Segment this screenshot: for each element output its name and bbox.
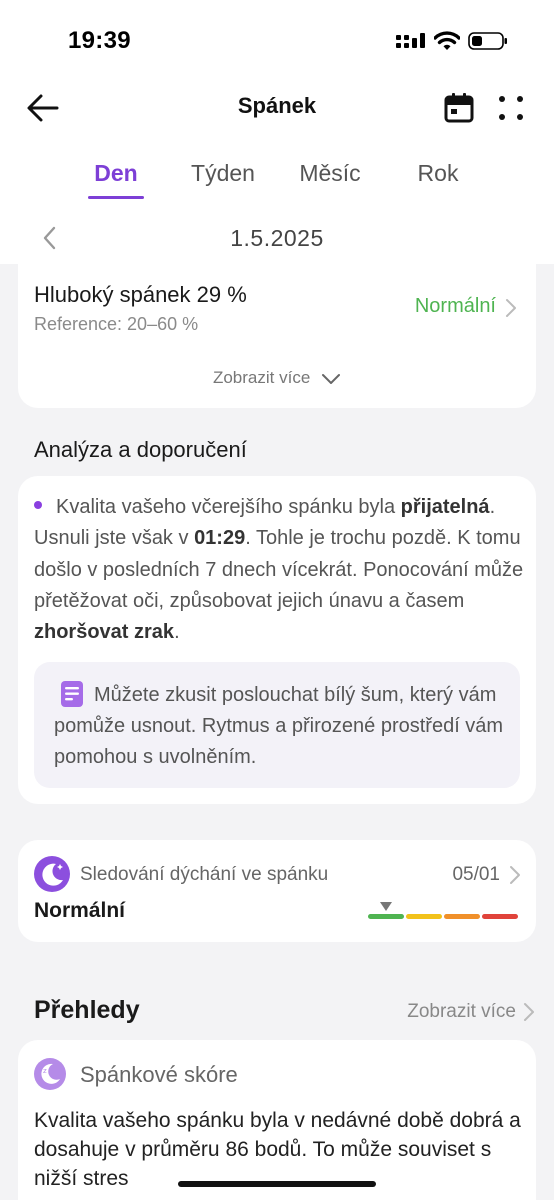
more-options-icon[interactable] bbox=[496, 92, 526, 124]
deep-sleep-status: Normální bbox=[414, 295, 496, 317]
status-bar: 19:39 bbox=[0, 0, 554, 80]
period-tabs: Den Týden Měsíc Rok bbox=[0, 160, 554, 210]
scale-segment-severe bbox=[482, 914, 518, 919]
sleep-breathing-icon bbox=[34, 856, 70, 892]
scale-segment-mild bbox=[406, 914, 442, 919]
chevron-right-icon bbox=[510, 866, 520, 884]
tip-text: Můžete zkusit poslouchat bílý šum, který… bbox=[54, 684, 504, 768]
breathing-card[interactable]: Sledování dýchání ve spánku 05/01 Normál… bbox=[18, 840, 536, 942]
tip-box: Můžete zkusit poslouchat bílý šum, který… bbox=[34, 662, 520, 788]
wifi-icon bbox=[434, 31, 460, 50]
scale-segment-normal bbox=[368, 914, 404, 919]
tab-week[interactable]: Týden bbox=[182, 160, 264, 187]
sleep-score-icon: z bbox=[34, 1058, 66, 1090]
cellular-signal-icon bbox=[396, 33, 425, 48]
home-indicator bbox=[178, 1181, 376, 1187]
chevron-right-icon bbox=[524, 1003, 534, 1021]
battery-icon bbox=[468, 32, 507, 50]
tab-month[interactable]: Měsíc bbox=[290, 160, 370, 187]
breathing-value: Normální bbox=[34, 899, 126, 922]
breathing-date: 05/01 bbox=[452, 864, 500, 885]
deep-sleep-title: Hluboký spánek 29 % bbox=[34, 282, 247, 307]
show-more-button[interactable]: Zobrazit více bbox=[18, 368, 536, 388]
show-more-label: Zobrazit více bbox=[212, 368, 311, 387]
status-time: 19:39 bbox=[68, 27, 131, 54]
overview-title: Přehledy bbox=[34, 996, 140, 1024]
calendar-icon[interactable] bbox=[442, 92, 476, 124]
sleep-score-card[interactable]: z Spánkové skóre Kvalita vašeho spánku b… bbox=[18, 1040, 536, 1200]
analysis-text: Kvalita vašeho včerejšího spánku byla př… bbox=[34, 496, 524, 644]
sleep-score-text: Kvalita vašeho spánku byla v nedávné dob… bbox=[34, 1109, 521, 1190]
breathing-scale bbox=[368, 902, 520, 920]
sleep-score-label: Spánkové skóre bbox=[80, 1062, 238, 1087]
deep-sleep-reference: Reference: 20–60 % bbox=[34, 314, 199, 334]
chevron-down-icon bbox=[322, 373, 341, 384]
deep-sleep-card[interactable]: Hluboký spánek 29 % Reference: 20–60 % N… bbox=[18, 264, 536, 408]
analysis-card: Kvalita vašeho včerejšího spánku byla př… bbox=[18, 476, 536, 804]
breathing-label: Sledování dýchání ve spánku bbox=[80, 864, 329, 885]
scale-marker-icon bbox=[380, 902, 392, 911]
overview-show-more-link[interactable]: Zobrazit více bbox=[407, 1001, 516, 1023]
svg-text:z: z bbox=[43, 1067, 47, 1075]
analysis-section-title: Analýza a doporučení bbox=[34, 437, 247, 462]
tab-year[interactable]: Rok bbox=[408, 160, 468, 187]
tab-day[interactable]: Den bbox=[88, 160, 144, 187]
selected-date: 1.5.2025 bbox=[230, 225, 324, 251]
chevron-right-icon bbox=[506, 299, 516, 317]
active-tab-indicator bbox=[88, 196, 144, 199]
scale-segment-moderate bbox=[444, 914, 480, 919]
